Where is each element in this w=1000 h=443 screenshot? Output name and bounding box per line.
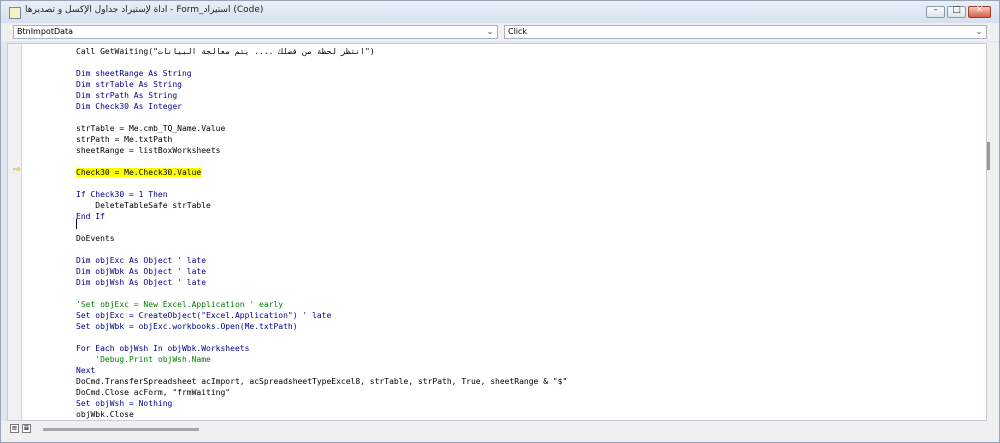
code-line[interactable]: sheetRange = listBoxWorksheets bbox=[76, 145, 221, 156]
code-window-icon bbox=[9, 7, 21, 19]
code-line[interactable]: DoCmd.TransferSpreadsheet acImport, acSp… bbox=[76, 376, 567, 387]
code-line[interactable]: Dim sheetRange As String bbox=[76, 68, 192, 79]
procedure-dropdown[interactable]: Click ⌄ bbox=[504, 25, 987, 39]
code-line[interactable]: strPath = Me.txtPath bbox=[76, 134, 172, 145]
code-line[interactable]: Dim objWbk As Object ' late bbox=[76, 266, 206, 277]
code-line[interactable]: Call GetWaiting("انتظر لحظة من فضلك ....… bbox=[76, 46, 375, 57]
maximize-button[interactable]: □ bbox=[947, 5, 966, 18]
code-line[interactable]: DoCmd.Close acForm, "frmWaiting" bbox=[76, 387, 230, 398]
code-line[interactable]: 'Set objExc = New Excel.Application ' ea… bbox=[76, 299, 283, 310]
code-line[interactable]: For Each objWsh In objWbk.Worksheets bbox=[76, 343, 249, 354]
code-line[interactable]: Dim objWsh As Object ' late bbox=[76, 277, 206, 288]
window-title: اداة لإستيراد جداول الإكسل و تصديرها - F… bbox=[25, 5, 264, 15]
full-module-view-icon[interactable]: ≣ bbox=[22, 424, 31, 433]
margin-indicator-bar[interactable] bbox=[8, 44, 22, 420]
code-editor[interactable]: ⇨ Call GetWaiting("انتظر لحظة من فضلك ..… bbox=[7, 43, 987, 421]
code-line[interactable]: Dim Check30 As Integer bbox=[76, 101, 182, 112]
minimize-icon: – bbox=[933, 5, 938, 15]
title-bar[interactable]: اداة لإستيراد جداول الإكسل و تصديرها - F… bbox=[1, 1, 999, 23]
object-dropdown[interactable]: BtnImpotData ⌄ bbox=[13, 25, 498, 39]
object-dropdown-value: BtnImpotData bbox=[17, 27, 74, 36]
code-line[interactable]: Dim strTable As String bbox=[76, 79, 182, 90]
horizontal-scrollbar[interactable] bbox=[43, 428, 199, 431]
vertical-scrollbar[interactable] bbox=[987, 43, 999, 421]
vertical-scroll-thumb[interactable] bbox=[987, 142, 990, 170]
code-line[interactable]: strTable = Me.cmb_TQ_Name.Value bbox=[76, 123, 225, 134]
code-line[interactable]: Set objWbk = objExc.workbooks.Open(Me.tx… bbox=[76, 321, 298, 332]
procedure-view-icon[interactable]: ≡ bbox=[10, 424, 19, 433]
code-line[interactable]: Set objExc = CreateObject("Excel.Applica… bbox=[76, 310, 331, 321]
execution-arrow-icon: ⇨ bbox=[13, 165, 21, 175]
code-line[interactable]: objWbk.Close bbox=[76, 409, 134, 420]
chevron-down-icon[interactable]: ⌄ bbox=[484, 26, 496, 38]
code-line[interactable]: Dim objExc As Object ' late bbox=[76, 255, 206, 266]
code-line[interactable]: DeleteTableSafe strTable bbox=[76, 200, 211, 211]
code-line[interactable]: End If bbox=[76, 211, 105, 222]
combo-bar: BtnImpotData ⌄ Click ⌄ bbox=[1, 23, 999, 41]
code-line[interactable]: If Check30 = 1 Then bbox=[76, 189, 168, 200]
procedure-dropdown-value: Click bbox=[508, 27, 528, 36]
close-button[interactable]: ✕ bbox=[968, 5, 991, 18]
code-line[interactable]: 'Debug.Print objWsh.Name bbox=[76, 354, 211, 365]
text-cursor bbox=[76, 219, 77, 229]
code-line[interactable]: Next bbox=[76, 365, 95, 376]
minimize-button[interactable]: – bbox=[926, 5, 945, 18]
code-line[interactable]: Dim strPath As String bbox=[76, 90, 177, 101]
code-line[interactable]: Check30 = Me.Check30.Value bbox=[76, 167, 202, 178]
close-icon: ✕ bbox=[975, 5, 984, 15]
code-line[interactable]: Set objWsh = Nothing bbox=[76, 398, 172, 409]
maximize-icon: □ bbox=[952, 5, 961, 15]
vba-code-window: اداة لإستيراد جداول الإكسل و تصديرها - F… bbox=[0, 0, 1000, 443]
code-line[interactable]: DoEvents bbox=[76, 233, 115, 244]
chevron-down-icon[interactable]: ⌄ bbox=[973, 26, 985, 38]
bottom-bar: ≡ ≣ bbox=[1, 421, 999, 442]
